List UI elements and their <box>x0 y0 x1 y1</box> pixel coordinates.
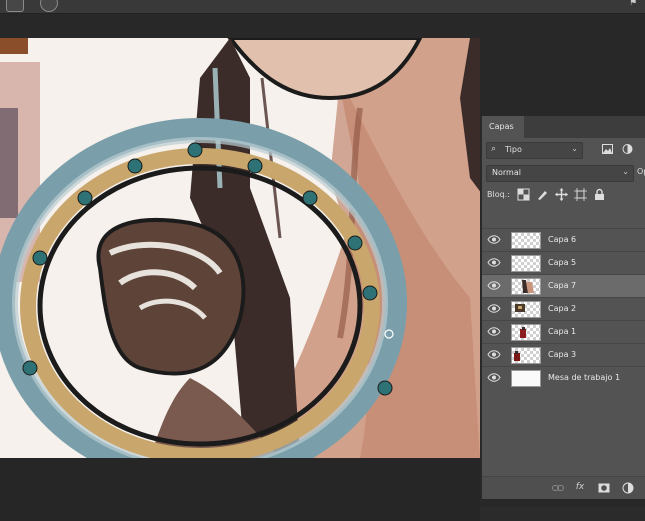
document-canvas[interactable] <box>0 38 480 458</box>
tool-option-button[interactable] <box>6 0 24 12</box>
layer-thumbnail <box>511 278 541 295</box>
layers-panel: Capas ⌕ Tipo ⌄ Normal ⌄ Op Bloq.: <box>481 116 645 499</box>
adjustment-icon[interactable] <box>622 482 634 494</box>
tab-layers[interactable]: Capas <box>482 116 524 138</box>
blend-row: Normal ⌄ Op <box>482 161 645 184</box>
layer-name: Capa 3 <box>548 350 577 359</box>
layer-row[interactable]: Capa 5 <box>482 251 645 274</box>
eye-icon[interactable] <box>487 326 501 337</box>
filter-row: ⌕ Tipo ⌄ <box>482 138 645 161</box>
layer-thumbnail <box>511 232 541 249</box>
mask-icon[interactable] <box>598 482 610 494</box>
layer-row[interactable]: Capa 3 <box>482 343 645 366</box>
lock-image-pixels-icon[interactable] <box>536 188 549 201</box>
pasteboard <box>0 458 480 521</box>
lock-label: Bloq.: <box>487 190 510 199</box>
lock-row: Bloq.: <box>482 184 645 207</box>
lock-artboard-icon[interactable] <box>574 188 587 201</box>
layer-name: Capa 2 <box>548 304 577 313</box>
adjustment-filter-icon[interactable] <box>622 144 633 154</box>
layer-row[interactable]: Mesa de trabajo 1 <box>482 366 645 389</box>
layer-thumbnail <box>511 324 541 341</box>
kind-filter-label: Tipo <box>505 145 522 154</box>
layer-row[interactable]: Capa 1 <box>482 320 645 343</box>
chevron-down-icon: ⌄ <box>622 167 629 176</box>
reference-photo-top <box>0 38 28 54</box>
opacity-label: Op <box>637 167 645 176</box>
layer-thumbnail <box>511 301 541 318</box>
chevron-down-icon: ⌄ <box>571 144 578 153</box>
layer-thumbnail <box>511 347 541 364</box>
layer-name: Mesa de trabajo 1 <box>548 373 621 382</box>
eye-icon[interactable] <box>487 349 501 360</box>
search-icon: ⌕ <box>491 144 497 154</box>
lock-all-icon[interactable] <box>593 188 606 201</box>
layer-name: Capa 1 <box>548 327 577 336</box>
layer-thumbnail <box>511 370 541 387</box>
layer-row[interactable]: Capa 6 <box>482 228 645 251</box>
layer-name: Capa 5 <box>548 258 577 267</box>
layer-row[interactable]: Capa 2 <box>482 297 645 320</box>
lock-transparent-pixels-icon[interactable] <box>517 188 530 201</box>
link-icon[interactable] <box>552 482 564 494</box>
brush-pressure-button[interactable] <box>40 0 58 12</box>
eye-icon[interactable] <box>487 234 501 245</box>
options-bar: ⚑ <box>0 0 645 14</box>
kind-filter-select[interactable]: ⌕ Tipo ⌄ <box>486 142 583 159</box>
eye-icon[interactable] <box>487 257 501 268</box>
artwork <box>0 38 480 458</box>
blend-mode-select[interactable]: Normal ⌄ <box>486 165 634 182</box>
eye-icon[interactable] <box>487 280 501 291</box>
flag-icon[interactable]: ⚑ <box>629 0 639 8</box>
fx-icon[interactable]: fx <box>574 482 586 494</box>
blend-mode-label: Normal <box>492 168 521 177</box>
layer-name: Capa 7 <box>548 281 577 290</box>
eye-icon[interactable] <box>487 303 501 314</box>
layer-row-selected[interactable]: Capa 7 <box>482 274 645 297</box>
layers-panel-footer: fx <box>482 476 645 499</box>
layer-thumbnail <box>511 255 541 272</box>
eye-icon[interactable] <box>487 372 501 383</box>
lock-position-icon[interactable] <box>555 188 568 201</box>
layer-name: Capa 6 <box>548 235 577 244</box>
panel-tab-bar: Capas <box>482 116 645 138</box>
layer-list: Capa 6 Capa 5 Capa 7 Capa 2 Capa 1 Capa … <box>482 228 645 389</box>
image-filter-icon[interactable] <box>602 144 613 154</box>
